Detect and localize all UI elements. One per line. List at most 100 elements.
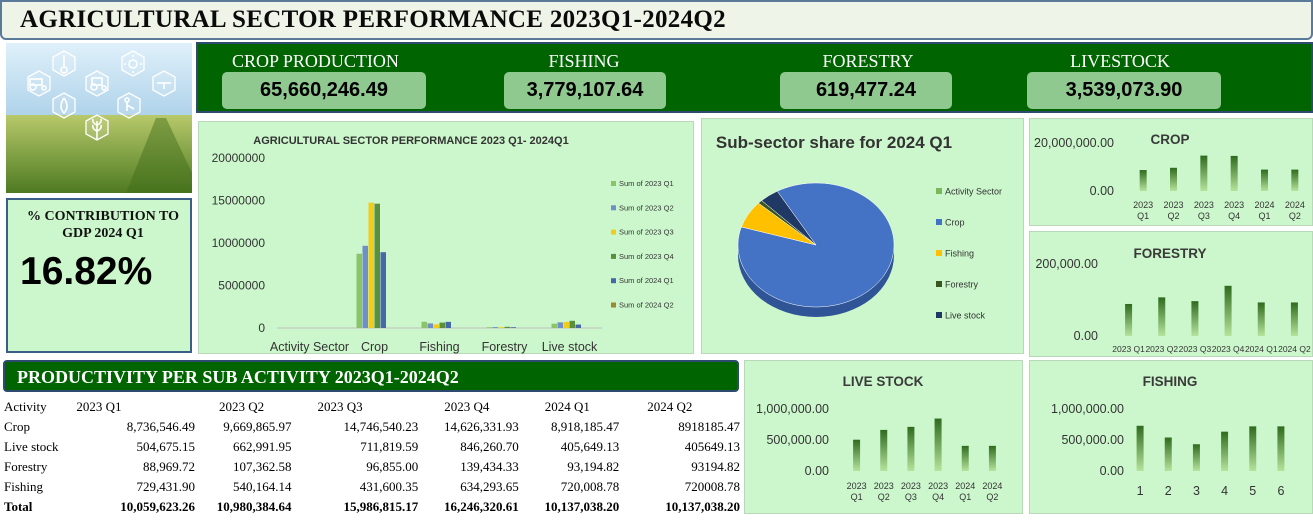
chart-title: AGRICULTURAL SECTOR PERFORMANCE 2023 Q1-… — [253, 135, 568, 147]
bar — [362, 245, 368, 328]
value-cell: 504,675.15 — [136, 439, 196, 454]
value-cell: 10,980,384.64 — [216, 499, 292, 514]
bar — [1230, 155, 1238, 191]
table-row: Fishing 729,431.90 540,164.14 431,600.35 634… — [4, 477, 740, 497]
gdp-contribution-card: % CONTRIBUTION TO GDP 2024 Q1 16.82% — [6, 198, 192, 353]
bar — [486, 327, 492, 328]
x-category-label: Q4 — [932, 492, 944, 502]
column-header: 2024 Q1 — [544, 399, 590, 414]
x-category-label: Q4 — [1228, 211, 1240, 221]
x-category-label: Q3 — [1198, 211, 1210, 221]
kpi-livestock-value: 3,539,073.90 — [1027, 72, 1221, 109]
contribution-label: % CONTRIBUTION TO GDP 2024 Q1 — [27, 209, 179, 241]
bar — [988, 445, 996, 471]
x-category-label: 2024 — [955, 481, 975, 491]
kpi-banner: CROP PRODUCTION 65,660,246.49 FISHING 3,… — [196, 42, 1313, 113]
value-cell: 96,855.00 — [366, 459, 419, 474]
value-cell: 405,649.13 — [560, 439, 620, 454]
bar — [433, 324, 439, 328]
x-category-label: Forestry — [482, 340, 529, 354]
y-tick-label: 20000000 — [212, 151, 266, 165]
legend-swatch — [611, 181, 616, 186]
legend-label: Forestry — [945, 280, 979, 290]
column-header: 2023 Q2 — [219, 399, 265, 414]
legend-label: Crop — [945, 218, 965, 228]
agriculture-image — [6, 43, 192, 193]
crop-chart: CROP 20,000,000.00 0.00 2023 Q1 2023 Q2 2023 Q3 2… — [1029, 118, 1313, 226]
x-category-label: 2023 — [901, 481, 921, 491]
kpi-crop-label: CROP PRODUCTION — [232, 51, 399, 71]
legend-label: Live stock — [945, 311, 986, 321]
dashboard-title-bar: AGRICULTURAL SECTOR PERFORMANCE 2023Q1-2… — [0, 0, 1313, 40]
column-header: 2023 Q3 — [317, 399, 363, 414]
bar — [368, 202, 374, 328]
sector-performance-chart: AGRICULTURAL SECTOR PERFORMANCE 2023 Q1-… — [198, 121, 694, 354]
y-tick-label: 0.00 — [1090, 184, 1114, 198]
x-category-label: 2023 — [1194, 200, 1214, 210]
value-cell: 846,260.70 — [460, 439, 519, 454]
x-category-label: 2024 Q2 — [1278, 344, 1311, 354]
bar — [961, 445, 969, 471]
value-cell: 107,362.58 — [233, 459, 292, 474]
value-cell: 15,986,815.17 — [343, 499, 419, 514]
bar — [563, 321, 569, 328]
y-tick-label: 1,000,000.00 — [1051, 402, 1124, 416]
value-cell: 405649.13 — [684, 439, 740, 454]
bar — [421, 321, 427, 328]
y-tick-label: 0.00 — [1100, 464, 1124, 478]
kpi-fishing-value: 3,779,107.64 — [504, 72, 666, 109]
x-category-label: 2023 — [1163, 200, 1183, 210]
value-cell: 431,600.35 — [359, 479, 419, 494]
bar — [551, 323, 557, 328]
value-cell: 10,137,038.20 — [665, 499, 740, 514]
y-tick-label: 500,000.00 — [766, 433, 829, 447]
hex-tile — [27, 70, 51, 97]
table-total-row: Total 10,059,623.26 10,980,384.64 15,986,81… — [4, 497, 740, 517]
value-cell: 540,164.14 — [233, 479, 292, 494]
y-tick-label: 0.00 — [1074, 329, 1098, 343]
x-category-label: Crop — [361, 340, 388, 354]
legend-swatch — [611, 302, 616, 308]
row-label-cell: Live stock — [4, 439, 59, 454]
y-tick-label: 0 — [258, 321, 265, 335]
value-cell: 16,246,320.61 — [444, 499, 519, 514]
kpi-fishing-label: FISHING — [548, 51, 620, 71]
x-category-label: 2023 — [847, 481, 867, 491]
x-category-label: 2023 Q1 — [1112, 344, 1145, 354]
x-category-label: Q1 — [851, 492, 863, 502]
column-header: 2023 Q4 — [444, 399, 490, 414]
productivity-title: PRODUCTIVITY PER SUB ACTIVITY 2023Q1-202… — [17, 367, 459, 387]
y-tick-label: 1,000,000.00 — [756, 402, 829, 416]
x-category-label: 1 — [1137, 484, 1144, 498]
bar — [853, 439, 861, 471]
value-cell: 729,431.90 — [136, 479, 196, 494]
legend-label: Sum of 2023 Q4 — [619, 252, 674, 261]
bar — [1224, 285, 1232, 336]
bar — [1200, 155, 1208, 191]
value-cell: 720,008.78 — [560, 479, 620, 494]
chart-title: FISHING — [1143, 374, 1198, 389]
y-tick-label: 0.00 — [805, 464, 829, 478]
value-cell: 711,819.59 — [360, 439, 419, 454]
value-cell: 10,137,038.20 — [544, 499, 620, 514]
x-category-label: Live stock — [542, 340, 598, 354]
x-category-label: Q2 — [1289, 211, 1301, 221]
bar — [356, 253, 362, 328]
row-label-cell: Crop — [4, 419, 30, 434]
x-category-label: 4 — [1221, 484, 1228, 498]
table-row: Forestry 88,969.72 107,362.58 96,855.00 139,… — [4, 457, 740, 477]
value-cell: 720008.78 — [684, 479, 740, 494]
value-cell: 88,969.72 — [143, 459, 196, 474]
x-category-label: Q1 — [1258, 211, 1270, 221]
bar — [1291, 169, 1299, 191]
dashboard-title: AGRICULTURAL SECTOR PERFORMANCE 2023Q1-2… — [20, 6, 726, 33]
legend-swatch — [936, 281, 942, 287]
value-cell: 8918185.47 — [678, 419, 740, 434]
bar — [1221, 431, 1229, 471]
x-category-label: 2023 — [1133, 200, 1153, 210]
bar — [498, 327, 504, 328]
table-header-row: Activity 2023 Q1 2023 Q2 2023 Q3 2023 Q4… — [4, 397, 740, 417]
pie-title: Sub-sector share for 2024 Q1 — [716, 133, 952, 152]
value-cell: 8,736,546.49 — [126, 419, 196, 434]
legend-swatch — [611, 229, 616, 235]
